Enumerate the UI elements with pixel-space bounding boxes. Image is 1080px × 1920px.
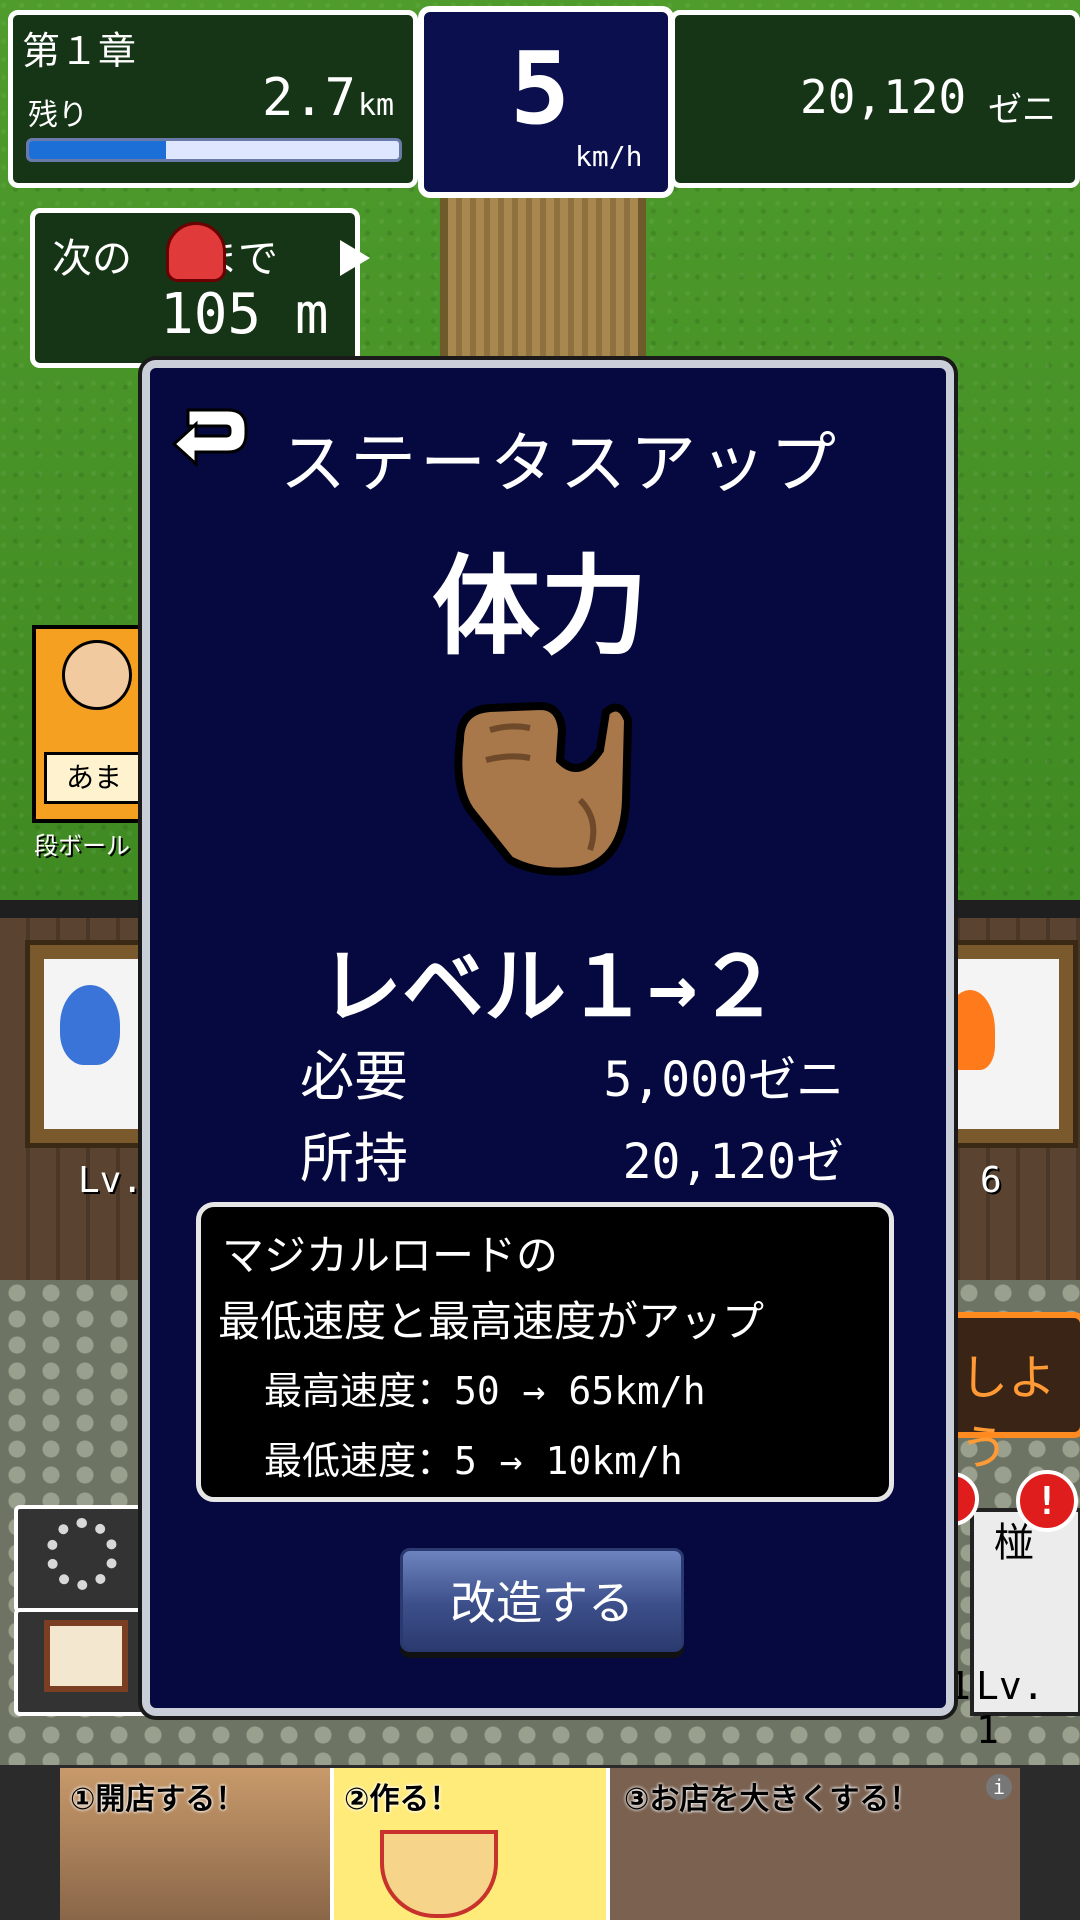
speed-unit: km/h <box>575 140 643 173</box>
bubble-tail <box>340 240 370 276</box>
left-level-label: Lv. <box>78 1160 144 1201</box>
back-arrow-icon[interactable] <box>168 398 254 484</box>
ad-info-icon[interactable]: i <box>986 1774 1012 1800</box>
fence-item-level: Lv. 1 <box>976 1664 1045 1752</box>
chapter-label: 第１章 <box>22 29 137 73</box>
next-enemy-prefix: 次の <box>52 236 132 282</box>
remaining-unit: km <box>358 88 395 123</box>
required-label: 必要 <box>300 1045 408 1108</box>
level-change: レベル１→２ <box>320 940 780 1035</box>
dialog-title: ステータスアップ <box>280 425 840 502</box>
distance-progress-fill <box>29 141 166 159</box>
alert-icon: ! <box>1016 1470 1078 1532</box>
description-line: 最低速度と最高速度がアップ <box>218 1297 765 1346</box>
remaining-label: 残り <box>28 98 88 133</box>
slime-icon <box>166 222 226 282</box>
money-unit: ゼニ <box>988 90 1056 130</box>
shop-action-label: しよう <box>960 1350 1057 1476</box>
stat-name: 体力 <box>431 545 648 670</box>
water-emblem-icon <box>60 985 120 1065</box>
remaining-distance: 2.7 <box>262 68 356 128</box>
next-enemy-label: 次の まで <box>52 226 278 284</box>
upgrade-button[interactable]: 改造する <box>400 1548 684 1652</box>
arm-muscle-icon <box>454 701 633 876</box>
distance-progress-bar <box>26 138 402 162</box>
character-face-icon <box>62 640 132 710</box>
money-value: 20,120 <box>800 70 967 124</box>
speed-value: 5 <box>509 30 571 147</box>
ad-text-expand-shop: ③お店を大きくする！ <box>624 1782 920 1817</box>
character-sign: あま <box>44 752 144 804</box>
min-speed-change: 最低速度：5 → 10km/h <box>264 1439 683 1483</box>
book-icon <box>44 1620 128 1692</box>
max-speed-change: 最高速度：50 → 65km/h <box>264 1369 706 1413</box>
next-enemy-distance: 105 m <box>160 282 329 347</box>
character-name: 段ボール <box>34 832 130 860</box>
gear-icon <box>46 1518 118 1590</box>
owned-label: 所持 <box>300 1127 408 1190</box>
description-line: マジカルロードの <box>222 1231 559 1280</box>
required-cost: 5,000ゼニ <box>603 1052 845 1108</box>
right-level-label: 6 <box>980 1160 1002 1201</box>
ad-text-make: ②作る！ <box>344 1782 460 1817</box>
ad-text-open-shop: ①開店する！ <box>70 1782 246 1817</box>
